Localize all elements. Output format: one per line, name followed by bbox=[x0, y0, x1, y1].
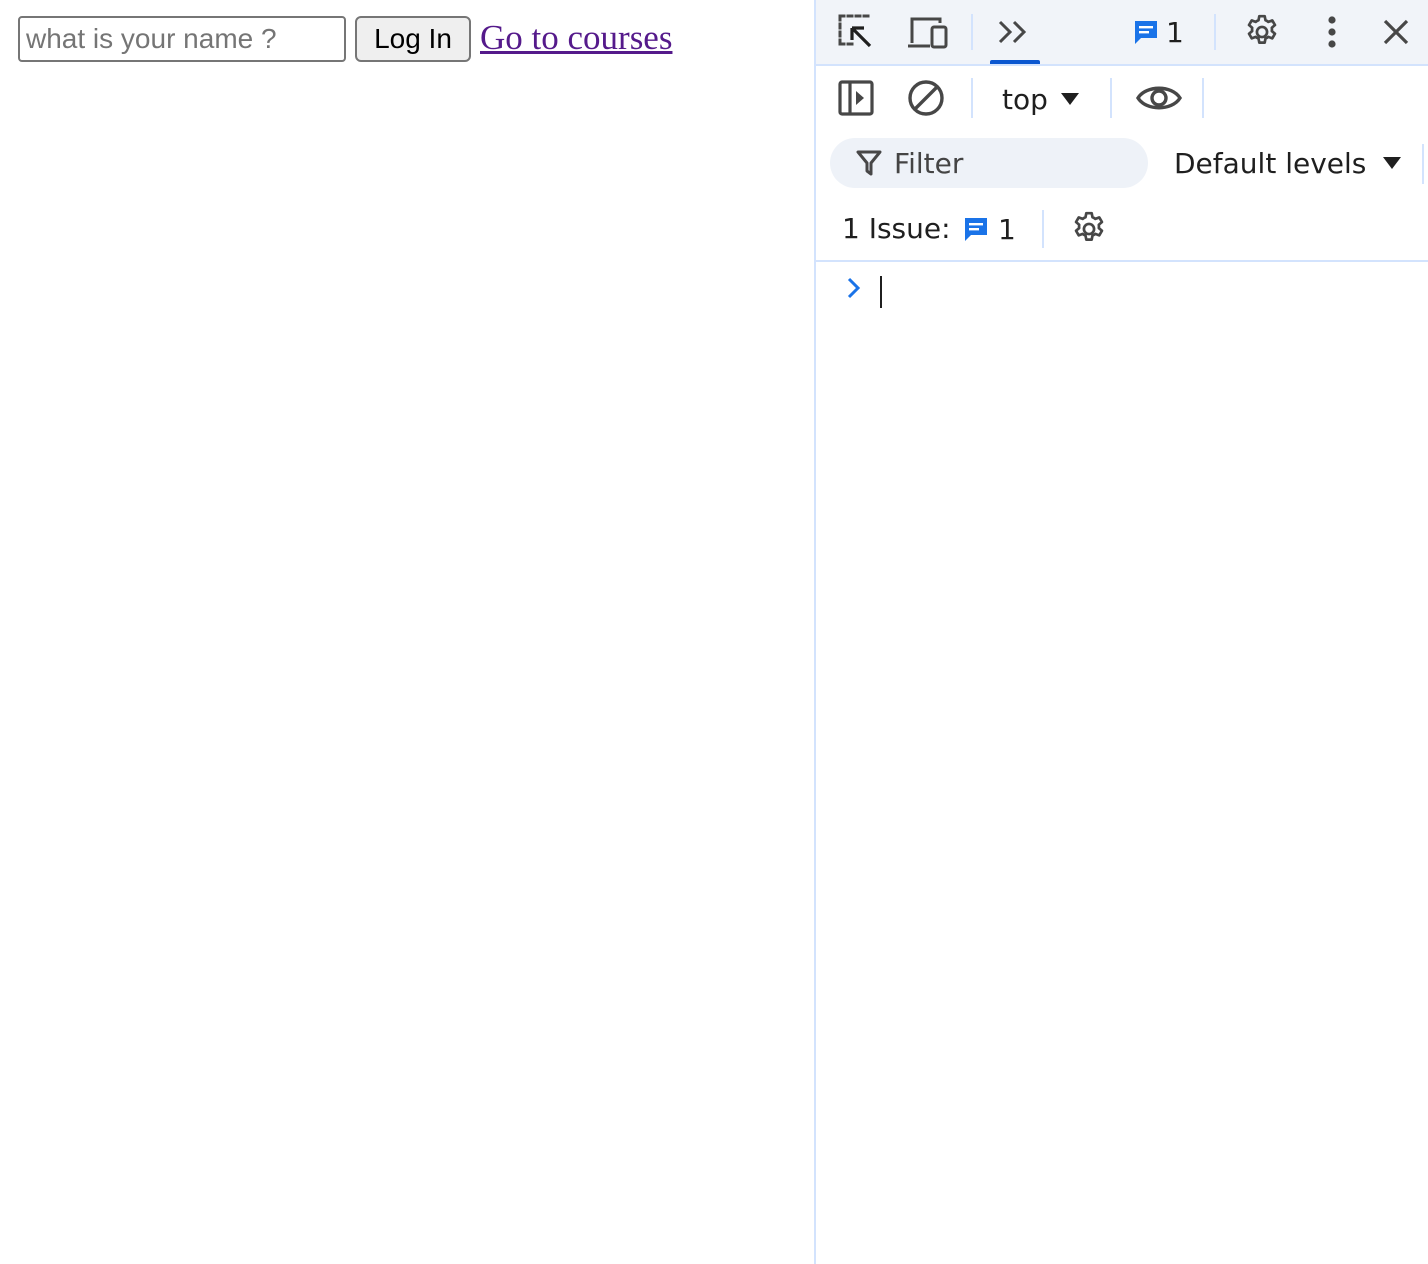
filter-icon bbox=[856, 149, 882, 177]
issues-counter[interactable]: 1 bbox=[1132, 10, 1184, 54]
console-input-caret[interactable] bbox=[880, 276, 882, 308]
toolbar-divider bbox=[971, 78, 973, 118]
more-tabs-icon[interactable] bbox=[988, 0, 1040, 64]
console-toolbar bbox=[816, 66, 1428, 132]
login-button[interactable]: Log In bbox=[355, 16, 471, 62]
live-expression-eye-icon[interactable] bbox=[1134, 76, 1184, 120]
close-icon[interactable] bbox=[1374, 10, 1418, 54]
name-input[interactable] bbox=[18, 16, 346, 62]
toolbar-divider bbox=[1110, 78, 1112, 118]
web-page: Log In Go to courses bbox=[0, 0, 814, 1264]
toolbar-divider bbox=[1214, 14, 1216, 50]
issues-label: 1 Issue: bbox=[842, 212, 951, 245]
issues-count: 1 bbox=[1166, 15, 1184, 49]
toolbar-divider bbox=[971, 14, 973, 50]
issues-icon bbox=[962, 215, 990, 243]
courses-link[interactable]: Go to courses bbox=[480, 16, 672, 62]
filter-placeholder: Filter bbox=[894, 146, 964, 180]
log-levels-label: Default levels bbox=[1174, 146, 1367, 180]
toolbar-divider bbox=[1042, 210, 1044, 248]
issues-row-counter[interactable]: 1 bbox=[962, 206, 1016, 252]
context-selector-label: top bbox=[1002, 82, 1048, 116]
dropdown-arrow-icon bbox=[1382, 156, 1402, 170]
context-selector[interactable]: top bbox=[1002, 76, 1080, 122]
issues-row-count: 1 bbox=[998, 212, 1016, 246]
toolbar-divider bbox=[1202, 78, 1204, 118]
active-tab-indicator bbox=[990, 60, 1040, 64]
devtools-panel: 1 top Filter Default levels 1 Issue: 1 bbox=[814, 0, 1428, 1264]
log-levels-dropdown[interactable]: Default levels bbox=[1174, 140, 1402, 186]
console-prompt-chevron-icon bbox=[844, 272, 864, 304]
settings-icon[interactable] bbox=[1240, 10, 1284, 54]
sidebar-toggle-icon[interactable] bbox=[834, 76, 878, 120]
clear-console-icon[interactable] bbox=[904, 76, 948, 120]
dropdown-arrow-icon bbox=[1060, 92, 1080, 106]
toolbar-divider bbox=[1422, 144, 1424, 184]
inspect-element-icon[interactable] bbox=[834, 10, 878, 54]
filter-input[interactable]: Filter bbox=[830, 138, 1148, 188]
more-options-icon[interactable] bbox=[1310, 10, 1354, 54]
issues-icon bbox=[1132, 18, 1160, 46]
device-toggle-icon[interactable] bbox=[904, 10, 952, 54]
issues-settings-icon[interactable] bbox=[1066, 206, 1112, 252]
devtools-topbar: 1 bbox=[816, 0, 1428, 66]
